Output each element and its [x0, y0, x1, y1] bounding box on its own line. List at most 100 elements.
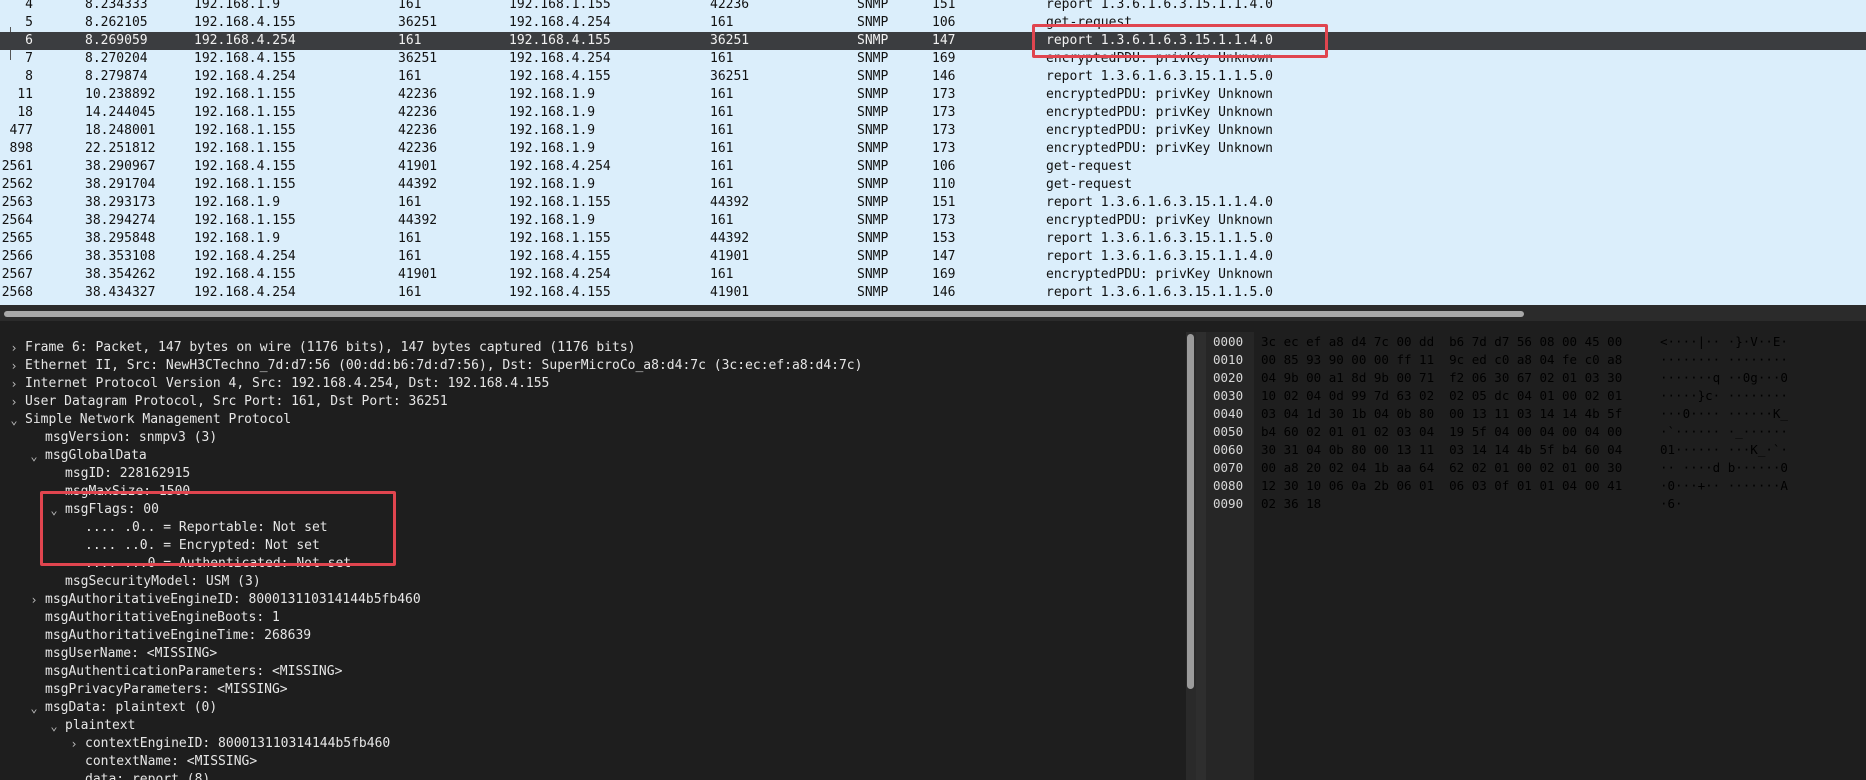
packet-info: report 1.3.6.1.6.3.15.1.1.5.0: [1046, 231, 1273, 246]
horizontal-scrollbar-thumb[interactable]: [4, 311, 1524, 317]
detail-tree-item[interactable]: Frame 6: Packet, 147 bytes on wire (1176…: [25, 339, 635, 357]
bytes-offset: 0020: [1213, 370, 1244, 385]
detail-tree-item[interactable]: Simple Network Management Protocol: [25, 411, 291, 429]
packet-row[interactable]: 2561 38.290967 192.168.4.155 41901 192.168.4…: [0, 158, 1866, 176]
packet-length: 173: [932, 105, 956, 120]
packet-source-port: 44392: [398, 177, 438, 192]
detail-tree-item[interactable]: msgVersion: snmpv3 (3): [45, 429, 217, 447]
packet-row[interactable]: 898 22.251812 192.168.1.155 42236 192.168.1.…: [0, 140, 1866, 158]
detail-tree-item[interactable]: msgAuthoritativeEngineID: 80001311031414…: [45, 591, 421, 609]
chevron-down-icon[interactable]: ⌄: [68, 771, 80, 780]
packet-destination-port: 161: [710, 51, 734, 66]
bytes-ascii: ·· ····d b······0: [1660, 460, 1788, 475]
packet-row[interactable]: 2563 38.293173 192.168.1.9 161 192.168.1.155…: [0, 194, 1866, 212]
chevron-down-icon[interactable]: ⌄: [48, 717, 60, 735]
bytes-offset: 0070: [1213, 460, 1244, 475]
packet-destination-port: 41901: [710, 249, 750, 264]
packet-time: 14.244045: [85, 105, 156, 120]
detail-tree-item[interactable]: Internet Protocol Version 4, Src: 192.16…: [25, 375, 549, 393]
packet-number: 6: [25, 33, 33, 48]
chevron-right-icon[interactable]: ›: [8, 339, 20, 357]
packet-source: 192.168.4.155: [194, 159, 296, 174]
bytes-hex: 03 04 1d 30 1b 04 0b 80 00 13 11 03 14 1…: [1261, 406, 1623, 421]
detail-tree-item[interactable]: msgData: plaintext (0): [45, 699, 217, 717]
packet-protocol: SNMP: [857, 51, 889, 66]
bytes-offset: 0090: [1213, 496, 1244, 511]
packet-info: encryptedPDU: privKey Unknown: [1046, 105, 1273, 120]
packet-row[interactable]: 7 8.270204 192.168.4.155 36251 192.168.4.254…: [0, 50, 1866, 68]
chevron-down-icon[interactable]: ⌄: [28, 447, 40, 465]
packet-row[interactable]: 4 8.234333 192.168.1.9 161 192.168.1.155 4223…: [0, 0, 1866, 14]
detail-tree-item[interactable]: msgAuthoritativeEngineTime: 268639: [45, 627, 311, 645]
packet-row[interactable]: 2568 38.434327 192.168.4.254 161 192.168.4.1…: [0, 284, 1866, 302]
packet-number: 2563: [1, 195, 33, 210]
detail-tree-item[interactable]: msgGlobalData: [45, 447, 147, 465]
detail-tree-item[interactable]: contextName: <MISSING>: [85, 753, 257, 771]
packet-destination: 192.168.4.254: [509, 15, 611, 30]
packet-number: 2566: [1, 249, 33, 264]
detail-tree-item[interactable]: msgAuthoritativeEngineBoots: 1: [45, 609, 280, 627]
detail-tree-item[interactable]: plaintext: [65, 717, 135, 735]
detail-tree-item[interactable]: data: report (8): [85, 771, 210, 780]
packet-time: 38.354262: [85, 267, 156, 282]
packet-time: 38.290967: [85, 159, 156, 174]
packet-list[interactable]: 4 8.234333 192.168.1.9 161 192.168.1.155 4223…: [0, 0, 1866, 305]
detail-tree-item[interactable]: msgUserName: <MISSING>: [45, 645, 217, 663]
packet-source-port: 161: [398, 249, 422, 264]
packet-length: 153: [932, 231, 956, 246]
packet-source: 192.168.1.9: [194, 0, 281, 12]
packet-source: 192.168.4.254: [194, 249, 296, 264]
packet-length: 151: [932, 0, 956, 12]
packet-row[interactable]: 18 14.244045 192.168.1.155 42236 192.168.1.9…: [0, 104, 1866, 122]
packet-length: 169: [932, 267, 956, 282]
detail-tree-item[interactable]: msgID: 228162915: [65, 465, 190, 483]
detail-tree-item[interactable]: msgAuthenticationParameters: <MISSING>: [45, 663, 342, 681]
chevron-right-icon[interactable]: ›: [8, 357, 20, 375]
chevron-down-icon[interactable]: ⌄: [28, 699, 40, 717]
packet-source-port: 36251: [398, 51, 438, 66]
chevron-right-icon[interactable]: ›: [28, 591, 40, 609]
packet-destination: 192.168.1.155: [509, 231, 611, 246]
packet-row-selected[interactable]: 6 8.269059 192.168.4.254 161 192.168.4.155 36…: [0, 32, 1866, 50]
packet-row[interactable]: 2564 38.294274 192.168.1.155 44392 192.168.1…: [0, 212, 1866, 230]
packet-source-port: 41901: [398, 267, 438, 282]
chevron-right-icon[interactable]: ›: [68, 735, 80, 753]
chevron-down-icon[interactable]: ⌄: [8, 411, 20, 429]
packet-time: 10.238892: [85, 87, 156, 102]
packet-info: report 1.3.6.1.6.3.15.1.1.5.0: [1046, 285, 1273, 300]
bytes-ascii: ·0···+·· ·······A: [1660, 478, 1788, 493]
packet-row[interactable]: 2565 38.295848 192.168.1.9 161 192.168.1.155…: [0, 230, 1866, 248]
packet-length: 173: [932, 87, 956, 102]
chevron-right-icon[interactable]: ›: [8, 393, 20, 411]
chevron-right-icon[interactable]: ›: [8, 375, 20, 393]
bytes-hex: 30 31 04 0b 80 00 13 11 03 14 14 4b 5f b…: [1261, 442, 1623, 457]
packet-info: encryptedPDU: privKey Unknown: [1046, 123, 1273, 138]
packet-destination: 192.168.1.9: [509, 213, 596, 228]
detail-tree-item[interactable]: contextEngineID: 800013110314144b5fb460: [85, 735, 390, 753]
packet-destination-port: 161: [710, 213, 734, 228]
packet-protocol: SNMP: [857, 267, 889, 282]
detail-tree-item[interactable]: msgSecurityModel: USM (3): [65, 573, 261, 591]
packet-destination: 192.168.1.9: [509, 141, 596, 156]
packet-destination-port: 161: [710, 123, 734, 138]
details-bytes-splitter[interactable]: [1196, 332, 1206, 780]
packet-source-port: 161: [398, 33, 422, 48]
pane-divider[interactable]: [0, 321, 1866, 332]
bytes-ascii: 01······ ···K_·`·: [1660, 442, 1788, 457]
detail-tree-item[interactable]: msgPrivacyParameters: <MISSING>: [45, 681, 288, 699]
packet-time: 8.269059: [85, 33, 148, 48]
packet-row[interactable]: 2562 38.291704 192.168.1.155 44392 192.168.1…: [0, 176, 1866, 194]
detail-tree-item[interactable]: Ethernet II, Src: NewH3CTechno_7d:d7:56 …: [25, 357, 862, 375]
packet-row[interactable]: 8 8.279874 192.168.4.254 161 192.168.4.155 36…: [0, 68, 1866, 86]
detail-tree-item[interactable]: User Datagram Protocol, Src Port: 161, D…: [25, 393, 448, 411]
packet-row[interactable]: 2567 38.354262 192.168.4.155 41901 192.168.4…: [0, 266, 1866, 284]
packet-row[interactable]: 5 8.262105 192.168.4.155 36251 192.168.4.254…: [0, 14, 1866, 32]
details-scrollbar-thumb[interactable]: [1187, 334, 1194, 689]
packet-source: 192.168.1.155: [194, 141, 296, 156]
packet-row[interactable]: 2566 38.353108 192.168.4.254 161 192.168.4.1…: [0, 248, 1866, 266]
packet-source: 192.168.4.254: [194, 69, 296, 84]
packet-source: 192.168.4.155: [194, 267, 296, 282]
packet-row[interactable]: 477 18.248001 192.168.1.155 42236 192.168.1.…: [0, 122, 1866, 140]
packet-source: 192.168.1.155: [194, 87, 296, 102]
packet-row[interactable]: 11 10.238892 192.168.1.155 42236 192.168.1.9…: [0, 86, 1866, 104]
